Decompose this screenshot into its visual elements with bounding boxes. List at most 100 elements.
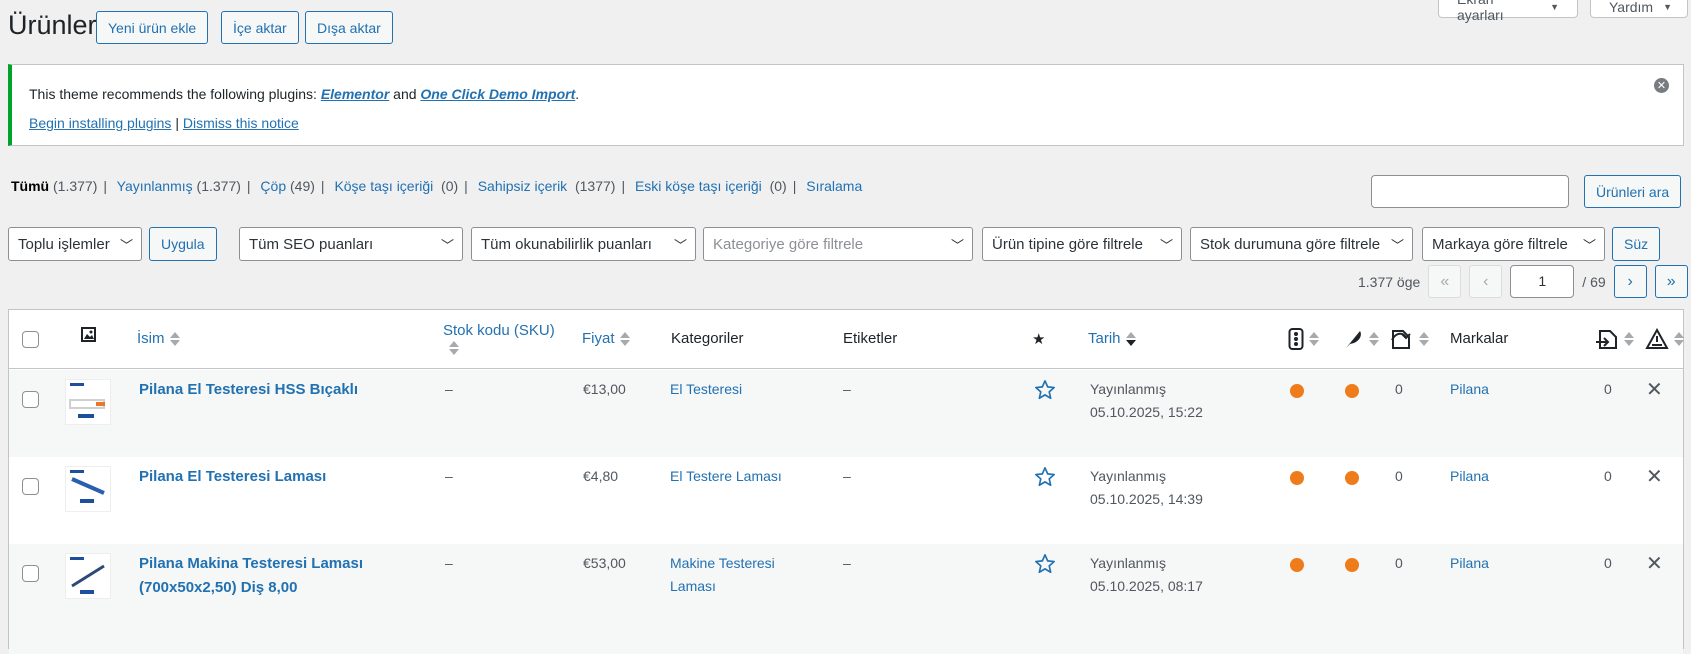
row-checkbox[interactable] [22, 565, 39, 582]
chevron-down-icon: ﹀ [950, 237, 964, 253]
sort-icon [1369, 331, 1379, 347]
product-search-input[interactable] [1371, 175, 1569, 208]
sort-desc-icon [1125, 331, 1136, 347]
view-trash[interactable]: Çöp [260, 178, 286, 194]
dismiss-notice-link[interactable]: Dismiss this notice [183, 115, 299, 131]
sku-cell: – [445, 381, 453, 397]
view-published[interactable]: Yayınlanmış [117, 178, 193, 194]
product-name-link[interactable]: Pilana El Testeresi HSS Bıçaklı [139, 378, 358, 402]
category-link[interactable]: Makine Testeresi Laması [670, 552, 775, 598]
column-tags: Etiketler [843, 330, 898, 347]
column-categories: Kategoriler [671, 330, 744, 347]
stock-status-filter[interactable]: Stok durumuna göre filtrele ﹀ [1190, 227, 1413, 261]
table-row: Pilana Makina Testeresi Laması (700x50x2,… [9, 544, 1683, 654]
column-name-label[interactable]: İsim [137, 330, 165, 347]
total-pages: / 69 [1582, 273, 1606, 290]
view-all[interactable]: Tümü (1.377) [11, 178, 97, 194]
outgoing-links-count: 0 [1395, 555, 1403, 571]
chevron-down-icon: ﹀ [1390, 237, 1404, 253]
apply-button[interactable]: Uygula [149, 227, 217, 261]
product-thumbnail[interactable] [65, 466, 111, 512]
next-page-button[interactable]: › [1613, 265, 1647, 298]
readability-score-dot [1345, 384, 1359, 398]
import-button[interactable]: İçe aktar [221, 11, 299, 44]
column-date[interactable]: Tarih [1088, 330, 1136, 347]
readability-column-icon[interactable] [1344, 328, 1379, 354]
view-sorting[interactable]: Sıralama [806, 178, 862, 194]
product-thumbnail[interactable] [65, 379, 111, 425]
chevron-down-icon: ﹀ [119, 237, 133, 253]
notice-message: This theme recommends the following plug… [29, 85, 1666, 103]
view-cornerstone[interactable]: Köşe taşı içeriği [334, 178, 433, 194]
view-stale-cornerstone[interactable]: Eski köşe taşı içeriği [635, 178, 762, 194]
column-name[interactable]: İsim [137, 330, 180, 347]
chevron-down-icon: ﹀ [1159, 237, 1173, 253]
items-count: 1.377 öge [1358, 273, 1421, 290]
close-icon[interactable]: ✕ [1646, 467, 1663, 487]
status-views: Tümü (1.377) | Yayınlanmış (1.377) | Çöp (… [11, 178, 863, 194]
readability-filter[interactable]: Tüm okunabilirlik puanları ﹀ [471, 227, 696, 261]
seo-score-filter[interactable]: Tüm SEO puanları ﹀ [239, 227, 463, 261]
plugin-notice: This theme recommends the following plug… [8, 64, 1684, 146]
bulk-actions-select[interactable]: Toplu işlemler ﹀ [8, 227, 142, 261]
featured-star-icon[interactable]: ★ [1032, 330, 1045, 348]
plugin-link-elementor[interactable]: Elementor [321, 86, 389, 102]
first-page-button[interactable]: « [1428, 265, 1462, 298]
brand-link[interactable]: Pilana [1450, 378, 1489, 401]
date-cell: Yayınlanmış 05.10.2025, 15:22 [1090, 378, 1203, 424]
column-brands: Markalar [1450, 330, 1509, 347]
column-date-label[interactable]: Tarih [1088, 330, 1121, 347]
row-checkbox[interactable] [22, 478, 39, 495]
incoming-links-count: 0 [1604, 381, 1612, 397]
brand-filter[interactable]: Markaya göre filtrele ﹀ [1422, 227, 1605, 261]
column-sku[interactable]: Stok kodu (SKU) [443, 322, 555, 356]
product-name-link[interactable]: Pilana Makina Testeresi Laması (700x50x2,… [139, 552, 363, 600]
prev-page-button[interactable]: ‹ [1469, 265, 1503, 298]
caret-down-icon: ▼ [1663, 1, 1673, 12]
category-filter[interactable]: Kategoriye göre filtrele ﹀ [703, 227, 973, 261]
sort-icon [1674, 331, 1684, 347]
notice-and: and [389, 86, 421, 102]
featured-star-icon[interactable] [1034, 553, 1056, 575]
screen-options-label: Ekran ayarları [1457, 0, 1504, 23]
outgoing-links-column-icon[interactable] [1390, 328, 1429, 354]
filter-button[interactable]: Süz [1612, 227, 1661, 261]
close-icon[interactable]: ✕ [1654, 78, 1669, 93]
table-row: Pilana El Testeresi Laması – €4,80 El Te… [9, 457, 1683, 544]
view-orphaned[interactable]: Sahipsiz içerik [478, 178, 567, 194]
pagination: 1.377 öge « ‹ 1 / 69 › » [1358, 265, 1688, 298]
column-price-label[interactable]: Fiyat [582, 330, 615, 347]
column-sku-label[interactable]: Stok kodu (SKU) [443, 322, 555, 339]
search-products-button[interactable]: Ürünleri ara [1584, 175, 1682, 208]
column-price[interactable]: Fiyat [582, 330, 630, 347]
add-new-product-button[interactable]: Yeni ürün ekle [96, 11, 209, 44]
screen-options-tab[interactable]: Ekran ayarları ▼ [1438, 0, 1578, 23]
brand-link[interactable]: Pilana [1450, 465, 1489, 488]
plugin-link-ocdi[interactable]: One Click Demo Import [420, 86, 575, 102]
warning-column-icon[interactable] [1645, 327, 1684, 354]
begin-installing-link[interactable]: Begin installing plugins [29, 115, 171, 131]
thumbnail-column-icon [81, 327, 96, 346]
close-icon[interactable]: ✕ [1646, 554, 1663, 574]
table-row: Pilana El Testeresi HSS Bıçaklı – €13,00… [9, 370, 1683, 457]
help-tab[interactable]: Yardım ▼ [1590, 0, 1688, 18]
category-link[interactable]: El Testeresi [670, 378, 742, 401]
featured-star-icon[interactable] [1034, 466, 1056, 488]
last-page-button[interactable]: » [1654, 265, 1688, 298]
chevron-down-icon: ﹀ [673, 237, 687, 253]
row-checkbox[interactable] [22, 391, 39, 408]
category-link[interactable]: El Testere Laması [670, 465, 782, 488]
product-type-filter[interactable]: Ürün tipine göre filtrele ﹀ [982, 227, 1182, 261]
close-icon[interactable]: ✕ [1646, 380, 1663, 400]
product-thumbnail[interactable] [65, 553, 111, 599]
readability-score-dot [1345, 471, 1359, 485]
current-page-input[interactable]: 1 [1510, 265, 1575, 298]
incoming-links-column-icon[interactable] [1595, 328, 1634, 354]
brand-link[interactable]: Pilana [1450, 552, 1489, 575]
select-all-checkbox[interactable] [22, 331, 39, 348]
seo-score-dot [1290, 384, 1304, 398]
featured-star-icon[interactable] [1034, 379, 1056, 401]
export-button[interactable]: Dışa aktar [305, 11, 393, 44]
seo-score-column-icon[interactable] [1288, 328, 1319, 354]
product-name-link[interactable]: Pilana El Testeresi Laması [139, 465, 326, 489]
